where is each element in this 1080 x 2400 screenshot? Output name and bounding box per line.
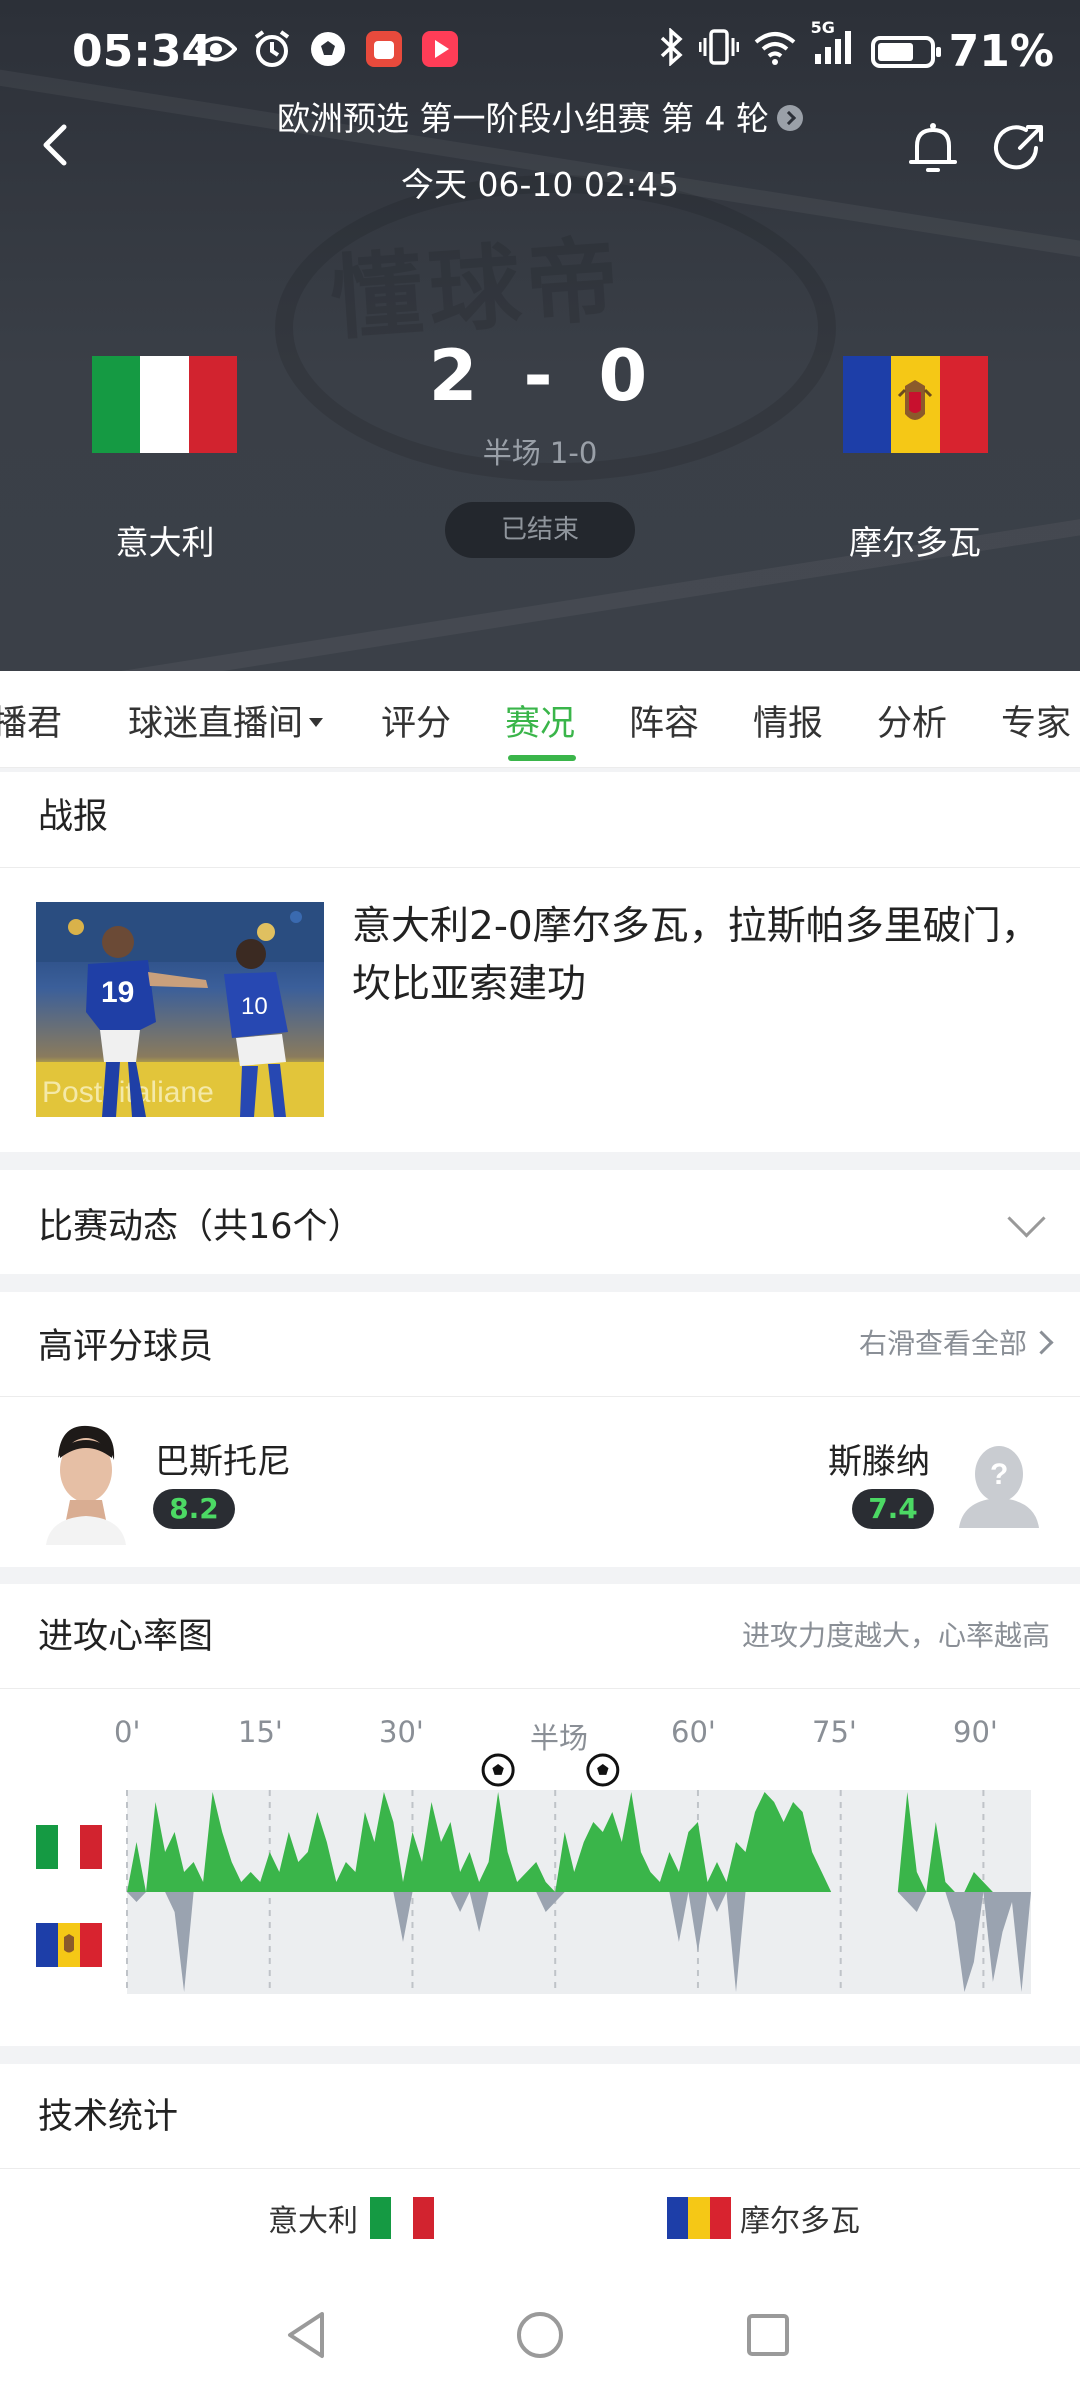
top-players-card: 高评分球员 右滑查看全部 巴斯托尼 8.2 斯滕纳 7.4 ?: [0, 1292, 1080, 1567]
flag-stripe: [391, 2197, 413, 2239]
chevron-right-icon: [776, 104, 803, 131]
avatar: [40, 1420, 132, 1545]
tab-analysis[interactable]: 分析: [877, 695, 947, 746]
away-player-avatar[interactable]: ?: [955, 1440, 1043, 1528]
system-navigation-bar: [0, 2270, 1080, 2400]
tab-live-status[interactable]: 赛况: [505, 695, 575, 746]
match-status-badge: 已结束: [445, 502, 635, 558]
home-team-name[interactable]: 意大利: [35, 516, 295, 564]
attack-heart-rate-chart: [126, 1753, 1031, 1994]
battery-level: [877, 42, 914, 61]
goal-football-icon: [481, 1753, 515, 1787]
match-header: 懂球帝 05:34 5G 71% 欧洲预选 第一阶段小组赛 第 4 轮 今天 0…: [0, 0, 1080, 671]
network-type: 5G: [810, 18, 835, 37]
section-title: 战报: [38, 797, 109, 837]
report-thumbnail[interactable]: Posteitaliane 19 10: [36, 902, 324, 1117]
divider: [0, 867, 1080, 868]
tech-home-flag: [370, 2197, 434, 2239]
vibrate-icon: [698, 26, 740, 77]
match-tabs: 播君 球迷直播间 评分 赛况 阵容 情报 分析 专家: [0, 671, 1080, 768]
competition-title: 欧洲预选 第一阶段小组赛 第 4 轮: [277, 99, 769, 138]
tab-fan-live-room[interactable]: 球迷直播间: [128, 695, 324, 746]
divider: [0, 1396, 1080, 1397]
flag-stripe: [688, 2197, 710, 2239]
top-players-title: 高评分球员: [38, 1327, 214, 1367]
heart-rate-title: 进攻心率图: [38, 1617, 214, 1657]
flag-stripe: [709, 2197, 731, 2239]
wifi-icon: [753, 26, 797, 77]
tech-stats-title: 技术统计: [38, 2097, 179, 2137]
cellular-signal-icon: 5G: [811, 18, 857, 77]
svg-text:Posteitaliane: Posteitaliane: [42, 1076, 214, 1109]
tab-intel[interactable]: 情报: [753, 695, 823, 746]
goal-football-icon: [586, 1753, 620, 1787]
report-headline[interactable]: 意大利2-0摩尔多瓦，拉斯帕多里破门，坎比亚索建功: [352, 898, 1052, 1014]
scoreboard: 2-0: [0, 335, 1080, 417]
nav-home-button[interactable]: [515, 2310, 565, 2360]
shopping-app-icon: [363, 28, 405, 70]
home-player-avatar[interactable]: [40, 1420, 132, 1545]
divider: [0, 2168, 1080, 2169]
heart-rate-hint: 进攻力度越大，心率越高: [741, 1619, 1050, 1652]
nav-back-button[interactable]: [282, 2308, 332, 2362]
view-all-label: 右滑查看全部: [858, 1327, 1027, 1360]
flag-stripe: [412, 2197, 434, 2239]
active-tab-indicator: [508, 755, 576, 761]
tab-broadcaster[interactable]: 播君: [0, 695, 62, 746]
eye-icon: [195, 28, 237, 70]
tech-away-flag: [667, 2197, 731, 2239]
view-all-link[interactable]: 右滑查看全部: [858, 1322, 1054, 1362]
share-button[interactable]: [990, 118, 1050, 178]
svg-text:10: 10: [241, 993, 268, 1020]
share-icon: [994, 125, 1043, 170]
events-title: 比赛动态（共16个）: [38, 1207, 363, 1247]
nav-recents-button[interactable]: [745, 2312, 791, 2358]
status-bar: 05:34 5G 71%: [0, 0, 1080, 100]
players-celebrating-image: Posteitaliane 19 10: [36, 902, 324, 1117]
status-system-icons: 5G 71%: [659, 18, 1054, 77]
home-player-rating: 8.2: [153, 1489, 235, 1529]
away-player-rating: 7.4: [852, 1489, 934, 1529]
tab-ratings[interactable]: 评分: [381, 695, 451, 746]
notification-bell-button[interactable]: [905, 118, 961, 178]
chevron-right-icon: [1029, 1330, 1054, 1355]
video-app-icon: [419, 28, 461, 70]
football-app-icon: [307, 28, 349, 70]
bluetooth-icon: [659, 26, 685, 77]
home-score: 2: [428, 335, 482, 417]
halftime-score: 半场 1-0: [482, 436, 598, 470]
svg-text:19: 19: [101, 976, 134, 1009]
placeholder-avatar-icon: ?: [959, 1446, 1039, 1528]
circle-home-icon: [517, 2312, 563, 2358]
tech-home-name: 意大利: [268, 2204, 358, 2239]
tab-lineup[interactable]: 阵容: [629, 695, 699, 746]
bell-icon: [909, 123, 957, 172]
battery-icon: [870, 35, 941, 68]
divider: [0, 1688, 1080, 1689]
away-score: 0: [598, 335, 652, 417]
battery-percent: 71%: [948, 26, 1054, 77]
match-events-card[interactable]: 比赛动态（共16个）: [0, 1170, 1080, 1274]
square-recents-icon: [747, 2314, 789, 2356]
alarm-icon: [251, 28, 293, 70]
flag-stripe: [667, 2197, 689, 2239]
score-separator: -: [523, 335, 557, 417]
away-player-name[interactable]: 斯滕纳: [828, 1434, 930, 1483]
triangle-back-icon: [288, 2312, 324, 2358]
away-team-name[interactable]: 摩尔多瓦: [785, 516, 1045, 564]
status-time: 05:34: [72, 26, 213, 77]
home-player-name[interactable]: 巴斯托尼: [155, 1434, 291, 1483]
tech-away-name: 摩尔多瓦: [740, 2204, 860, 2239]
tech-stats-card: 技术统计 意大利 摩尔多瓦: [0, 2064, 1080, 2270]
status-notification-icons: [195, 28, 461, 70]
tab-label: 球迷直播间: [128, 704, 304, 744]
caret-down-icon: [309, 717, 324, 727]
flag-stripe: [370, 2197, 392, 2239]
tab-experts[interactable]: 专家: [1001, 695, 1071, 746]
svg-text:?: ?: [990, 1458, 1008, 1491]
